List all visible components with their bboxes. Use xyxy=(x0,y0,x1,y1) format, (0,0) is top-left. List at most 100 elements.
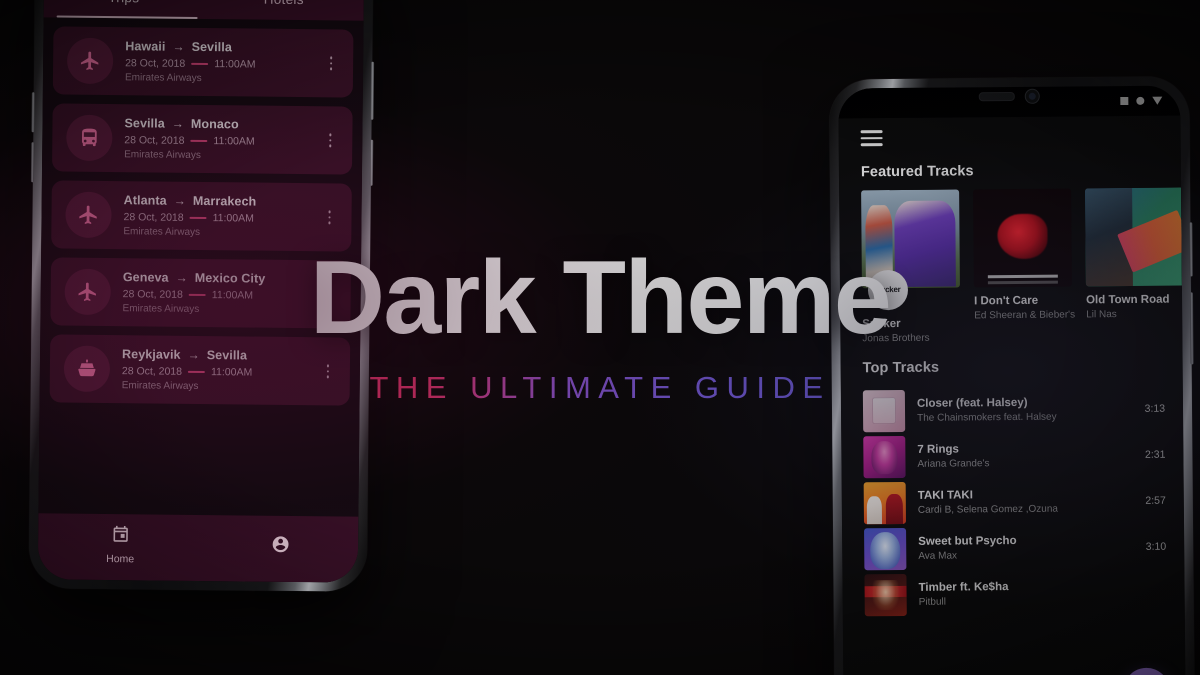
track-row[interactable]: Closer (feat. Halsey) The Chainsmokers f… xyxy=(841,385,1183,434)
track-row[interactable]: TAKI TAKI Cardi B, Selena Gomez ,Ozuna 2… xyxy=(842,477,1184,526)
trips-app: Trips Hotels Hawa xyxy=(37,0,365,583)
featured-track-artist: Jonas Brothers xyxy=(862,332,930,344)
trip-meta: 28 Oct, 2018 11:00AM xyxy=(125,57,323,71)
trip-meta: 28 Oct, 2018 11:00AM xyxy=(123,211,321,225)
earpiece-speaker-icon xyxy=(978,91,1015,102)
trip-card[interactable]: Geneva → Mexico City 28 Oct, 2018 11:00A… xyxy=(50,257,352,329)
trip-card[interactable]: Atlanta → Marrakech 28 Oct, 2018 11:00AM… xyxy=(51,180,352,252)
featured-track-artist: Lil Nas xyxy=(1086,308,1117,320)
tab-hotels[interactable]: Hotels xyxy=(204,0,364,21)
airplane-icon xyxy=(64,268,111,316)
track-row[interactable]: Timber ft. Ke$ha Pitbull xyxy=(842,569,1184,618)
album-art xyxy=(863,435,906,478)
track-duration: 3:13 xyxy=(1144,402,1166,415)
track-duration: 2:57 xyxy=(1145,494,1166,507)
album-art xyxy=(1085,187,1183,286)
left-phone-screen: Trips Hotels Hawa xyxy=(37,0,365,583)
featured-track-card[interactable]: Sucker Sucker Jonas Brothers xyxy=(861,188,960,344)
meta-divider xyxy=(190,139,208,143)
track-row[interactable]: 7 Rings Ariana Grande's 2:31 xyxy=(841,431,1183,480)
album-art xyxy=(864,573,907,616)
trip-time: 11:00AM xyxy=(212,212,254,225)
trip-meta: 28 Oct, 2018 11:00AM xyxy=(123,288,321,302)
trip-route: Hawaii → Sevilla xyxy=(125,39,323,55)
track-title: Closer (feat. Halsey) xyxy=(916,396,1028,410)
album-art xyxy=(973,187,1072,287)
track-duration: 3:10 xyxy=(1145,540,1167,553)
trip-card[interactable]: Reykjavik → Sevilla 28 Oct, 2018 11:00AM… xyxy=(49,334,351,406)
track-info: Closer (feat. Halsey) The Chainsmokers f… xyxy=(917,395,1133,423)
track-artist: Cardi B, Selena Gomez ,Ozuna xyxy=(917,503,1059,516)
left-phone-assistant-button[interactable] xyxy=(369,139,374,186)
trip-time: 11:00AM xyxy=(210,366,253,379)
featured-track-card[interactable]: Old Town Road Lil Nas xyxy=(1085,187,1183,342)
trip-meta: 28 Oct, 2018 11:00AM xyxy=(124,134,322,148)
top-tracks-heading: Top Tracks xyxy=(862,359,940,376)
account-icon xyxy=(271,535,290,559)
album-badge-icon: Sucker xyxy=(867,269,909,310)
calendar-icon xyxy=(111,525,130,549)
top-tracks-list[interactable]: Closer (feat. Halsey) The Chainsmokers f… xyxy=(841,385,1185,618)
trip-overflow-menu-button[interactable] xyxy=(322,133,342,148)
trip-overflow-menu-button[interactable] xyxy=(321,210,341,225)
track-artist: Pitbull xyxy=(918,596,946,608)
track-title: TAKI TAKI xyxy=(917,488,973,502)
trip-airline: Emirates Airways xyxy=(122,303,200,315)
arrow-right-icon: → xyxy=(187,347,200,362)
featured-tracks-heading: Featured Tracks xyxy=(860,162,974,180)
track-info: TAKI TAKI Cardi B, Selena Gomez ,Ozuna xyxy=(918,487,1134,515)
trip-time: 11:00AM xyxy=(211,289,254,302)
featured-track-title: I Don't Care xyxy=(974,294,1039,307)
meta-divider xyxy=(191,62,209,66)
trips-tabbar: Trips Hotels xyxy=(43,0,365,21)
bus-icon xyxy=(66,114,113,162)
trip-details: Geneva → Mexico City 28 Oct, 2018 11:00A… xyxy=(122,270,320,316)
trip-destination: Monaco xyxy=(190,116,239,132)
trip-origin: Hawaii xyxy=(125,39,166,54)
trip-origin: Sevilla xyxy=(124,116,165,131)
track-row[interactable]: Sweet but Psycho Ava Max 3:10 xyxy=(842,523,1184,572)
trip-route: Sevilla → Monaco xyxy=(124,116,322,132)
album-art xyxy=(864,527,907,570)
trip-airline: Emirates Airways xyxy=(124,149,201,161)
trip-date: 28 Oct, 2018 xyxy=(123,211,184,224)
trip-airline: Emirates Airways xyxy=(124,72,202,84)
nav-item-home[interactable]: Home xyxy=(106,525,134,565)
triangle-down-icon xyxy=(1152,96,1163,105)
featured-track-title: Old Town Road xyxy=(1086,293,1170,306)
trip-airline: Emirates Airways xyxy=(121,380,199,392)
trips-list[interactable]: Hawaii → Sevilla 28 Oct, 2018 11:00AM Em… xyxy=(38,17,364,517)
track-artist: Ariana Grande's xyxy=(917,457,990,470)
right-phone-device: Featured Tracks Sucker Sucker Jonas Brot… xyxy=(829,76,1195,675)
trip-card[interactable]: Hawaii → Sevilla 28 Oct, 2018 11:00AM Em… xyxy=(52,26,354,98)
track-title: 7 Rings xyxy=(917,442,959,456)
trip-destination: Mexico City xyxy=(194,270,266,286)
arrow-right-icon: → xyxy=(172,39,185,54)
right-phone-power-button[interactable] xyxy=(1189,222,1193,277)
track-title: Sweet but Psycho xyxy=(918,534,1017,548)
meta-divider xyxy=(188,370,206,374)
trip-date: 28 Oct, 2018 xyxy=(124,134,185,147)
trip-overflow-menu-button[interactable] xyxy=(323,56,343,71)
nav-item-account[interactable] xyxy=(271,535,290,559)
left-phone-power-button[interactable] xyxy=(370,61,375,120)
right-phone-volume-button[interactable] xyxy=(1189,292,1194,365)
arrow-right-icon: → xyxy=(175,270,188,285)
trip-destination: Sevilla xyxy=(191,39,232,55)
poster-canvas: Trips Hotels Hawa xyxy=(0,0,1200,675)
trip-origin: Geneva xyxy=(122,270,169,285)
trip-details: Sevilla → Monaco 28 Oct, 2018 11:00AM Em… xyxy=(124,116,322,162)
featured-track-artist: Ed Sheeran & Bieber's xyxy=(974,308,1076,321)
trip-time: 11:00AM xyxy=(213,135,255,148)
hamburger-menu-icon[interactable] xyxy=(838,118,883,146)
left-phone-volume-down-button[interactable] xyxy=(30,142,35,183)
trip-route: Reykjavik → Sevilla xyxy=(122,347,320,363)
left-phone-volume-button[interactable] xyxy=(31,92,35,133)
trip-overflow-menu-button[interactable] xyxy=(321,287,341,302)
favorite-fab-button[interactable] xyxy=(1123,667,1170,675)
trip-card[interactable]: Sevilla → Monaco 28 Oct, 2018 11:00AM Em… xyxy=(51,103,353,175)
trip-overflow-menu-button[interactable] xyxy=(320,364,340,379)
bottom-navigation: Home xyxy=(37,513,359,583)
featured-tracks-row[interactable]: Sucker Sucker Jonas Brothers I Don't Car… xyxy=(839,187,1183,344)
featured-track-card[interactable]: I Don't Care Ed Sheeran & Bieber's xyxy=(973,187,1076,343)
